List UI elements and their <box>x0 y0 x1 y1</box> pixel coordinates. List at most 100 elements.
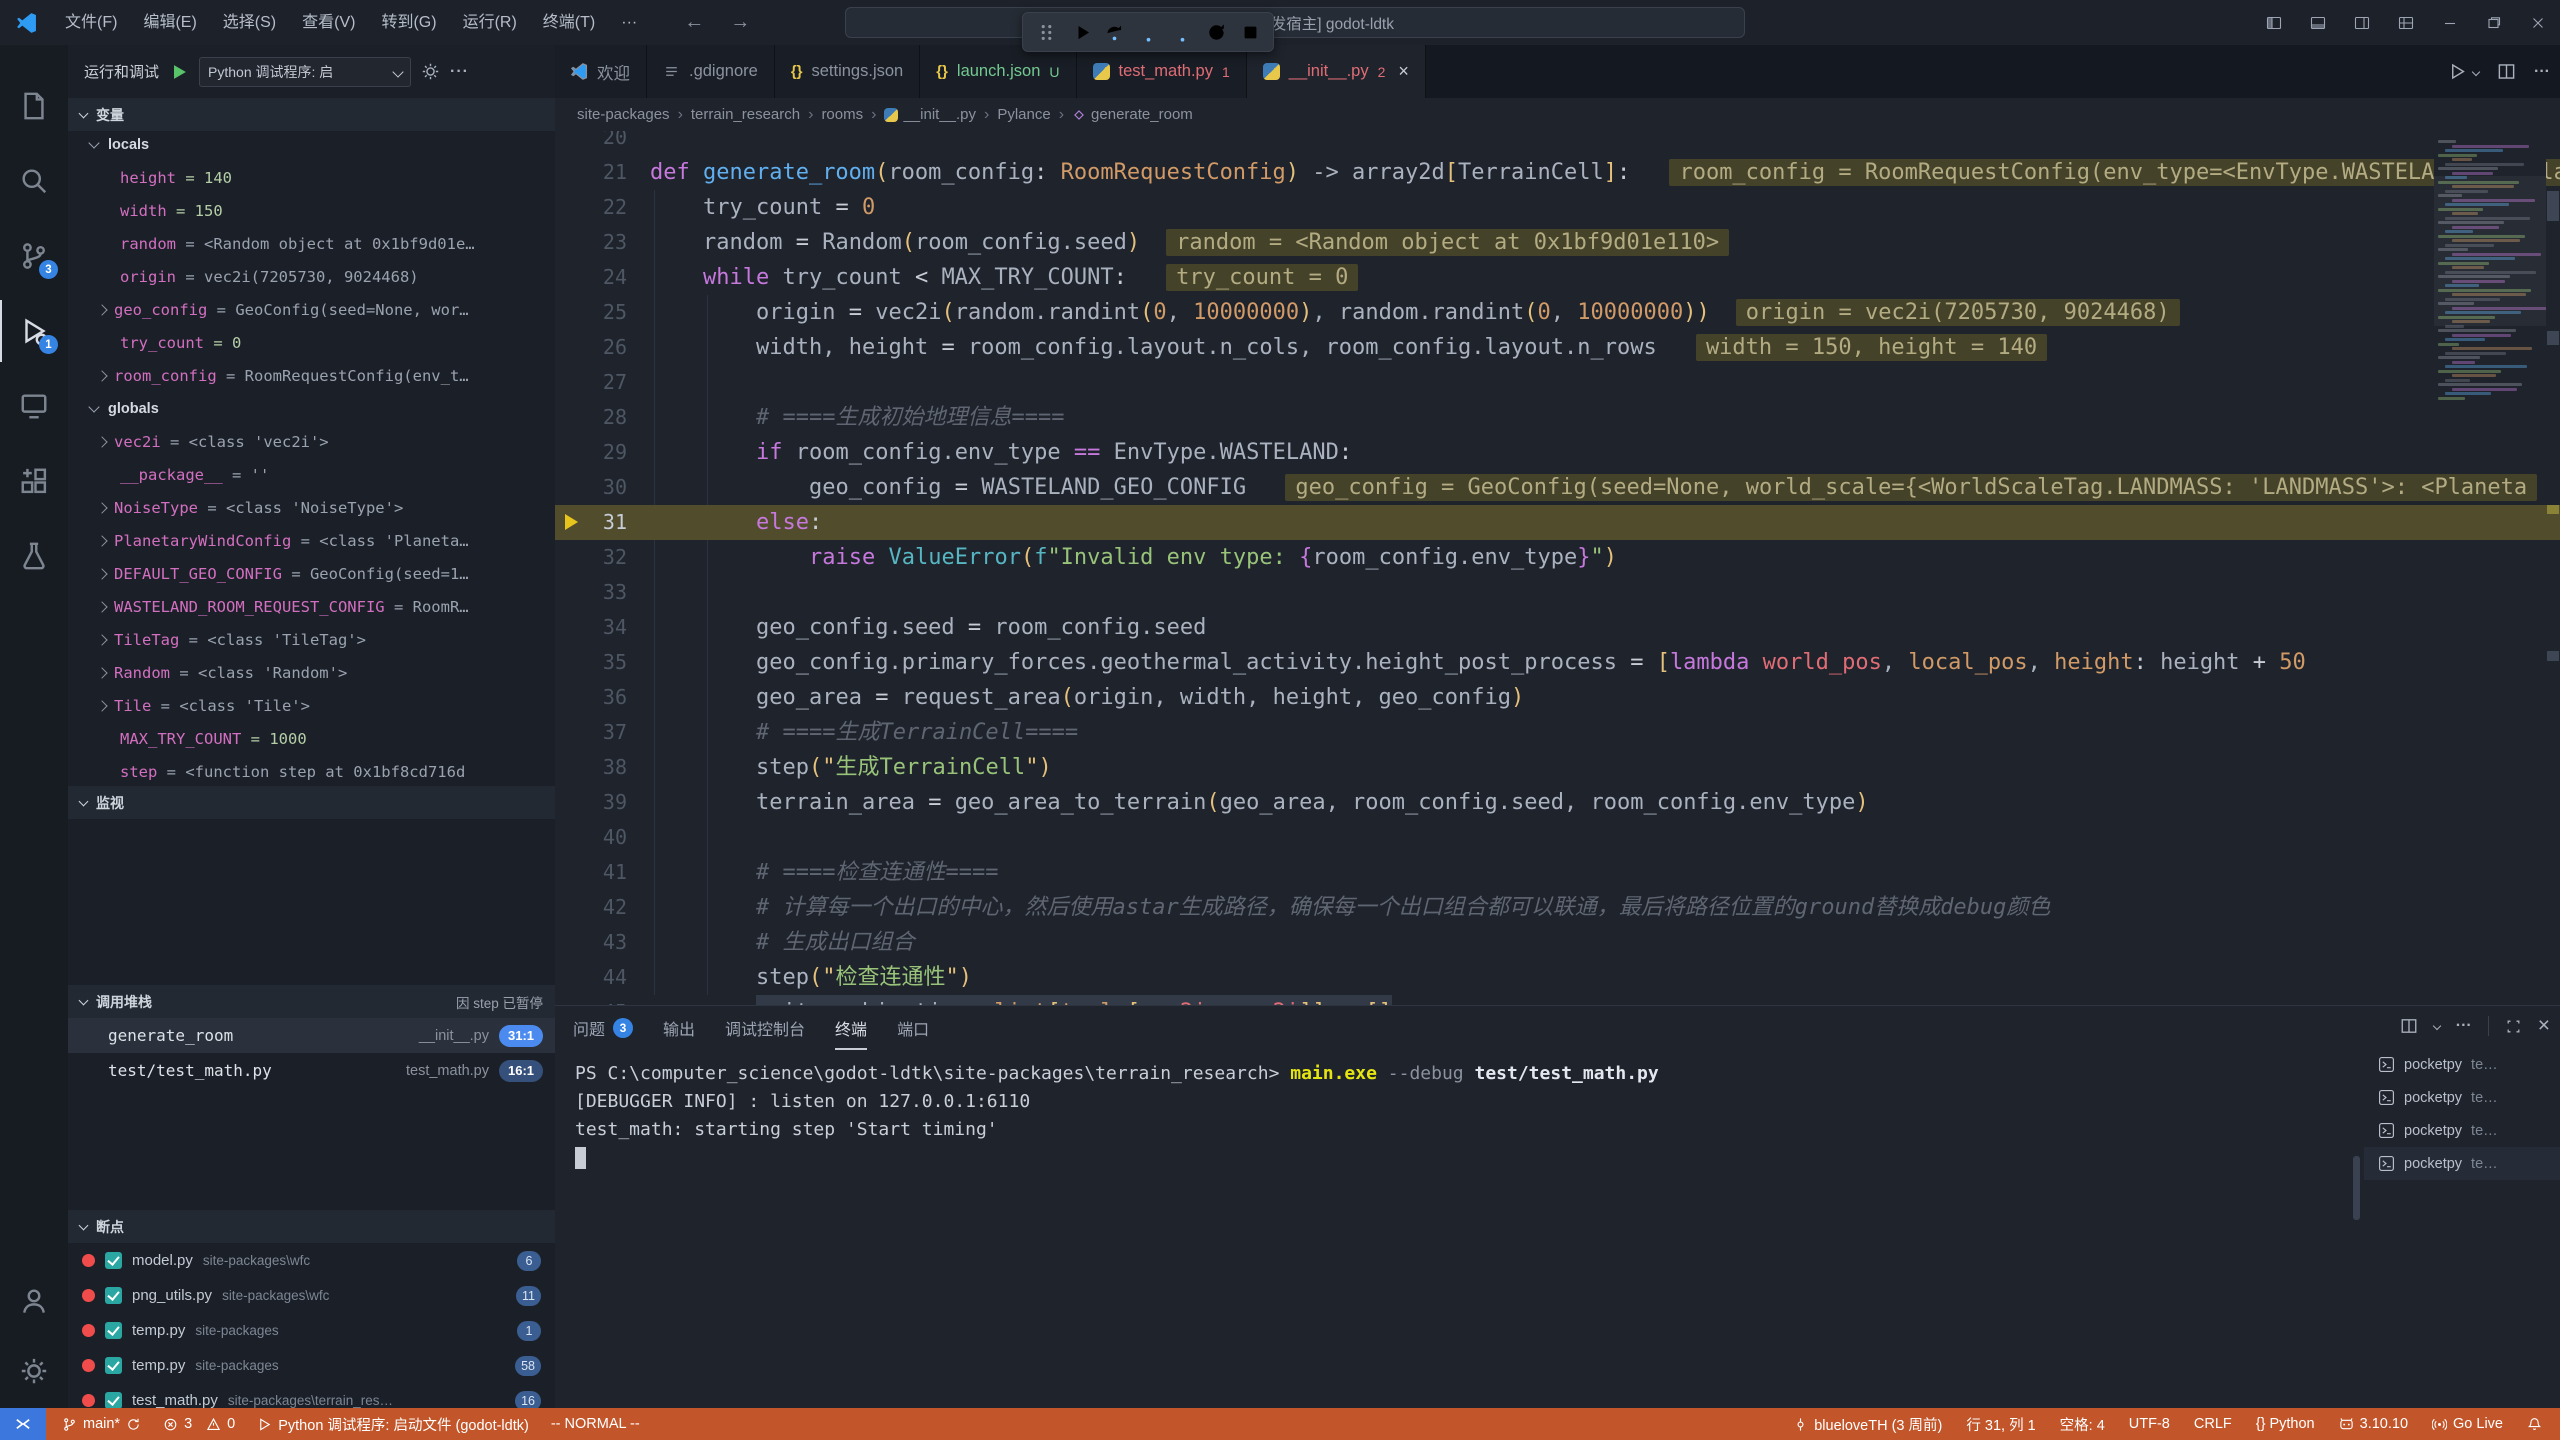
tab-.gdignore[interactable]: .gdignore <box>647 45 775 98</box>
callstack-section-header[interactable]: 调用堆栈因 step 已暂停 <box>68 985 555 1018</box>
menu-item-1[interactable]: 编辑(E) <box>130 0 209 45</box>
tab-settings.json[interactable]: {}settings.json <box>775 45 920 98</box>
activity-search[interactable] <box>0 150 68 212</box>
menu-item-6[interactable]: 终端(T) <box>530 0 608 45</box>
code-line-34[interactable]: 34geo_config.seed = room_config.seed <box>555 610 2560 645</box>
variable-row[interactable]: vec2i = <class 'vec2i'> <box>68 425 555 458</box>
code-line-31[interactable]: 31else: <box>555 505 2560 540</box>
status-item-sr0[interactable]: blueloveTH (3 周前) <box>1793 1414 1942 1435</box>
breakpoint-row[interactable]: test_math.pysite-packages\terrain_res…16 <box>68 1383 555 1408</box>
overview-ruler[interactable] <box>2546 131 2560 1005</box>
breakpoint-checkbox[interactable] <box>105 1322 122 1339</box>
variable-row[interactable]: MAX_TRY_COUNT = 1000 <box>68 722 555 755</box>
activity-explorer[interactable] <box>0 75 68 137</box>
tab-__init__.py[interactable]: __init__.py2× <box>1247 45 1426 98</box>
drag-handle[interactable] <box>1029 15 1063 49</box>
tab-launch.json[interactable]: {}launch.jsonU <box>920 45 1076 98</box>
panel-tab-端口[interactable]: 端口 <box>897 1006 929 1050</box>
variable-row[interactable]: try_count = 0 <box>68 326 555 359</box>
code-line-37[interactable]: 37# ====生成TerrainCell==== <box>555 715 2560 750</box>
terminal-list-item[interactable]: pocketpyte… <box>2364 1081 2560 1114</box>
split-panel-icon[interactable] <box>2400 1017 2418 1035</box>
breadcrumb-item[interactable]: __init__.py <box>884 106 976 123</box>
breakpoint-row[interactable]: png_utils.pysite-packages\wfc11 <box>68 1278 555 1313</box>
variable-row[interactable]: __package__ = '' <box>68 458 555 491</box>
minimize-icon[interactable] <box>2428 0 2472 45</box>
code-line-43[interactable]: 43# 生成出口组合 <box>555 925 2560 960</box>
menu-item-2[interactable]: 选择(S) <box>210 0 289 45</box>
terminal-output[interactable]: PS C:\computer_science\godot-ldtk\site-p… <box>575 1060 2350 1408</box>
step-into-button[interactable] <box>1131 15 1165 49</box>
breadcrumb-item[interactable]: generate_room <box>1072 106 1193 123</box>
breakpoint-checkbox[interactable] <box>105 1252 122 1269</box>
terminal-list-item[interactable]: pocketpyte… <box>2364 1114 2560 1147</box>
variable-row[interactable]: locals <box>68 128 555 161</box>
variable-row[interactable]: width = 150 <box>68 194 555 227</box>
breakpoint-checkbox[interactable] <box>105 1392 122 1408</box>
start-debug-button[interactable] <box>169 62 189 82</box>
breakpoint-checkbox[interactable] <box>105 1287 122 1304</box>
breadcrumb-item[interactable]: site-packages <box>577 106 670 123</box>
menu-item-4[interactable]: 转到(G) <box>368 0 449 45</box>
close-icon[interactable] <box>2516 0 2560 45</box>
code-line-21[interactable]: 21def generate_room(room_config: RoomReq… <box>555 155 2560 190</box>
panel-tab-调试控制台[interactable]: 调试控制台 <box>725 1006 805 1050</box>
toggle-sidebar-icon[interactable] <box>2252 0 2296 45</box>
watch-section-header[interactable]: 监视 <box>68 786 555 819</box>
breadcrumb-item[interactable]: rooms <box>821 106 863 123</box>
variable-row[interactable]: DEFAULT_GEO_CONFIG = GeoConfig(seed=1… <box>68 557 555 590</box>
minimap[interactable] <box>2434 136 2546 401</box>
status-item-sl1[interactable]: main* <box>62 1416 141 1432</box>
code-line-33[interactable]: 33 <box>555 575 2560 610</box>
variable-row[interactable]: globals <box>68 392 555 425</box>
code-line-22[interactable]: 22try_count = 0 <box>555 190 2560 225</box>
forward-arrow-icon[interactable]: → <box>730 11 750 34</box>
activity-source-control[interactable]: 3 <box>0 225 68 287</box>
debug-config-dropdown[interactable]: Python 调试程序: 启 <box>199 57 411 87</box>
menu-item-7[interactable]: ··· <box>608 0 650 45</box>
variable-row[interactable]: height = 140 <box>68 161 555 194</box>
variable-row[interactable]: geo_config = GeoConfig(seed=None, wor… <box>68 293 555 326</box>
step-over-button[interactable] <box>1097 15 1131 49</box>
code-line-36[interactable]: 36geo_area = request_area(origin, width,… <box>555 680 2560 715</box>
code-line-29[interactable]: 29if room_config.env_type == EnvType.WAS… <box>555 435 2560 470</box>
variable-row[interactable]: WASTELAND_ROOM_REQUEST_CONFIG = RoomR… <box>68 590 555 623</box>
terminal-list-item[interactable]: pocketpyte… <box>2364 1147 2560 1180</box>
stop-button[interactable] <box>1233 15 1267 49</box>
run-file-button[interactable] <box>2448 62 2467 81</box>
more-actions-icon[interactable]: ··· <box>450 63 469 81</box>
step-out-button[interactable] <box>1165 15 1199 49</box>
status-item-sr3[interactable]: UTF-8 <box>2129 1416 2170 1432</box>
panel-tab-输出[interactable]: 输出 <box>663 1006 695 1050</box>
breadcrumb-item[interactable]: Pylance <box>997 106 1050 123</box>
activity-extensions[interactable] <box>0 450 68 512</box>
activity-remote-explorer[interactable] <box>0 375 68 437</box>
activity-settings-gear[interactable] <box>0 1340 68 1402</box>
variable-row[interactable]: room_config = RoomRequestConfig(env_t… <box>68 359 555 392</box>
restart-button[interactable] <box>1199 15 1233 49</box>
code-line-30[interactable]: 30geo_config = WASTELAND_GEO_CONFIG geo_… <box>555 470 2560 505</box>
command-center-search[interactable]: [扩展开发宿主] godot-ldtk <box>845 7 1745 38</box>
activity-run-debug[interactable]: 1 <box>0 300 68 362</box>
status-item-sl3[interactable]: Python 调试程序: 启动文件 (godot-ldtk) <box>257 1414 529 1435</box>
variable-row[interactable]: TileTag = <class 'TileTag'> <box>68 623 555 656</box>
code-line-38[interactable]: 38step("生成TerrainCell") <box>555 750 2560 785</box>
tab-[interactable]: 欢迎 <box>555 45 647 98</box>
callstack-frame[interactable]: generate_room__init__.py31:1 <box>68 1018 555 1053</box>
terminal-scrollbar[interactable] <box>2353 1156 2360 1220</box>
breakpoint-row[interactable]: temp.pysite-packages1 <box>68 1313 555 1348</box>
code-line-24[interactable]: 24while try_count < MAX_TRY_COUNT: try_c… <box>555 260 2560 295</box>
toggle-secondary-sidebar-icon[interactable] <box>2340 0 2384 45</box>
status-item-sr4[interactable]: CRLF <box>2194 1416 2232 1432</box>
code-line-41[interactable]: 41# ====检查连通性==== <box>555 855 2560 890</box>
menu-item-3[interactable]: 查看(V) <box>289 0 368 45</box>
breakpoint-row[interactable]: temp.pysite-packages58 <box>68 1348 555 1383</box>
variable-row[interactable]: origin = vec2i(7205730, 9024468) <box>68 260 555 293</box>
code-line-32[interactable]: 32raise ValueError(f"Invalid env type: {… <box>555 540 2560 575</box>
code-line-35[interactable]: 35geo_config.primary_forces.geothermal_a… <box>555 645 2560 680</box>
menu-item-5[interactable]: 运行(R) <box>450 0 530 45</box>
breakpoint-checkbox[interactable] <box>105 1357 122 1374</box>
code-line-28[interactable]: 28# ====生成初始地理信息==== <box>555 400 2560 435</box>
code-line-45[interactable]: 45exit_combinations:list[tuple[vec2i, ve… <box>555 995 2560 1005</box>
remote-indicator[interactable] <box>0 1408 46 1440</box>
